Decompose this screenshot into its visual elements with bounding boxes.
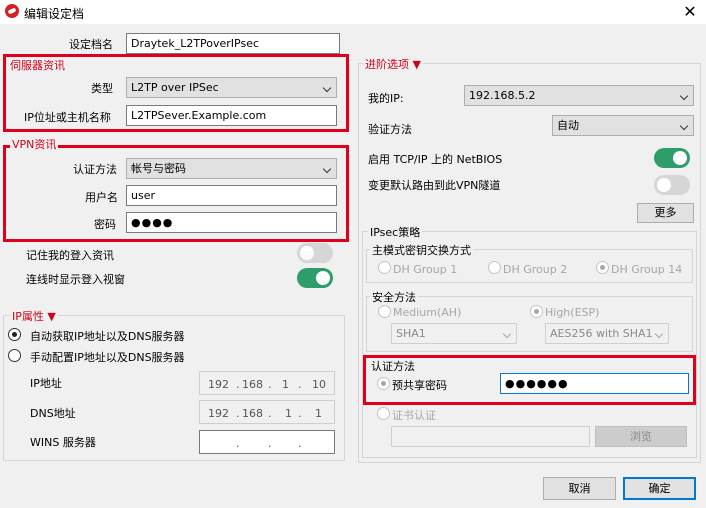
vpn-info-legend: VPN资讯 xyxy=(10,136,59,152)
draytek-logo-icon xyxy=(5,4,19,18)
dns-octet: 1 xyxy=(315,407,322,420)
main-mode-legend: 主模式密钥交换方式 xyxy=(370,242,473,258)
title-bar: 编辑设定档 ✕ xyxy=(0,0,706,24)
my-ip-label: 我的IP: xyxy=(368,92,404,105)
vpn-auth-select[interactable]: 帐号与密码 xyxy=(126,158,337,179)
dns-dot: . xyxy=(236,407,240,420)
dns-octet: 192 xyxy=(208,407,229,420)
psk-input[interactable]: ●●●●●● xyxy=(500,373,689,394)
verify-method-label: 验证方法 xyxy=(368,123,412,136)
cancel-button[interactable]: 取消 xyxy=(543,477,616,500)
security-method-legend: 安全方法 xyxy=(370,289,418,305)
my-ip-select[interactable]: 192.168.5.2 xyxy=(464,85,694,106)
manual-ip-radio[interactable] xyxy=(8,349,21,362)
browse-button[interactable]: 浏览 xyxy=(595,426,687,447)
ip-address-label: IP地址 xyxy=(30,377,62,390)
netbios-toggle[interactable] xyxy=(654,148,690,168)
psk-label: 预共享密码 xyxy=(392,379,447,392)
ipsec-policy-legend: IPsec策略 xyxy=(368,224,423,240)
remember-login-label: 记住我的登入资讯 xyxy=(26,249,114,262)
show-login-label: 连线时显示登入视窗 xyxy=(26,273,125,286)
ip-address-field[interactable]: 192 . 168 . 1 . 10 xyxy=(199,371,335,395)
ip-octet: 1 xyxy=(282,378,289,391)
auto-ip-radio[interactable] xyxy=(8,328,21,341)
server-type-label: 类型 xyxy=(91,82,113,95)
vpn-auth-label: 认证方法 xyxy=(73,163,117,176)
server-host-input[interactable]: L2TPSever.Example.com xyxy=(126,105,337,126)
dh-group-14-radio[interactable] xyxy=(596,261,609,274)
dh-group-2-radio[interactable] xyxy=(488,261,501,274)
high-esp-label: High(ESP) xyxy=(545,306,600,319)
dns-octet: 1 xyxy=(285,407,292,420)
window-title: 编辑设定档 xyxy=(24,7,85,21)
wins-dot: . xyxy=(268,437,272,450)
wins-dot: . xyxy=(236,437,240,450)
vpn-user-label: 用户名 xyxy=(85,191,118,204)
dns-dot: . xyxy=(298,407,302,420)
cert-auth-radio[interactable] xyxy=(377,407,390,420)
dns-dot: . xyxy=(268,407,272,420)
high-cipher-select[interactable]: AES256 with SHA1 xyxy=(545,323,669,344)
close-icon[interactable]: ✕ xyxy=(679,1,701,23)
show-login-toggle[interactable] xyxy=(297,268,333,288)
vpn-pass-input[interactable]: ●●●● xyxy=(126,212,337,233)
ipsec-auth-legend: 认证方法 xyxy=(371,360,415,373)
medium-hash-select[interactable]: SHA1 xyxy=(391,323,517,344)
ip-dot: . xyxy=(236,378,240,391)
dns-address-label: DNS地址 xyxy=(30,407,76,420)
ip-dot: . xyxy=(298,378,302,391)
dh-group-14-label: DH Group 14 xyxy=(611,263,683,276)
ip-octet: 168 xyxy=(242,378,263,391)
dns-octet: 168 xyxy=(242,407,263,420)
ip-octet: 192 xyxy=(208,378,229,391)
server-info-legend: 伺服器资讯 xyxy=(10,59,65,72)
ip-octet: 10 xyxy=(312,378,326,391)
verify-method-select[interactable]: 自动 xyxy=(552,115,694,136)
advanced-options-legend: 进阶选项 ▼ xyxy=(363,56,423,72)
wins-dot: . xyxy=(298,437,302,450)
auto-ip-label: 自动获取IP地址以及DNS服务器 xyxy=(30,330,185,343)
profile-name-label: 设定档名 xyxy=(69,38,113,51)
cert-path-input[interactable] xyxy=(391,426,590,447)
medium-ah-radio[interactable] xyxy=(378,305,391,318)
dns-address-field[interactable]: 192 . 168 . 1 . 1 xyxy=(199,400,335,424)
high-esp-radio[interactable] xyxy=(530,305,543,318)
psk-radio[interactable] xyxy=(377,377,390,390)
default-route-toggle[interactable] xyxy=(654,175,690,195)
ip-dot: . xyxy=(268,378,272,391)
dh-group-2-label: DH Group 2 xyxy=(503,263,568,276)
wins-server-label: WINS 服务器 xyxy=(30,436,96,449)
ip-properties-legend: IP属性 ▼ xyxy=(10,308,58,324)
server-type-select[interactable]: L2TP over IPSec xyxy=(126,77,337,98)
manual-ip-label: 手动配置IP地址以及DNS服务器 xyxy=(30,351,185,364)
profile-name-input[interactable]: Draytek_L2TPoverIPsec xyxy=(126,33,340,54)
dh-group-1-label: DH Group 1 xyxy=(393,263,458,276)
server-host-label: IP位址或主机名称 xyxy=(24,111,111,124)
ok-button[interactable]: 确定 xyxy=(623,477,696,500)
default-route-label: 变更默认路由到此VPN隧道 xyxy=(368,179,501,192)
netbios-label: 启用 TCP/IP 上的 NetBIOS xyxy=(368,153,503,166)
vpn-user-input[interactable]: user xyxy=(126,185,337,206)
more-button[interactable]: 更多 xyxy=(637,203,694,223)
dh-group-1-radio[interactable] xyxy=(378,261,391,274)
remember-login-toggle[interactable] xyxy=(297,243,333,263)
wins-server-field[interactable]: . . . xyxy=(199,430,335,454)
vpn-pass-label: 密码 xyxy=(94,218,116,231)
cert-auth-label: 证书认证 xyxy=(392,409,436,422)
medium-ah-label: Medium(AH) xyxy=(393,306,462,319)
